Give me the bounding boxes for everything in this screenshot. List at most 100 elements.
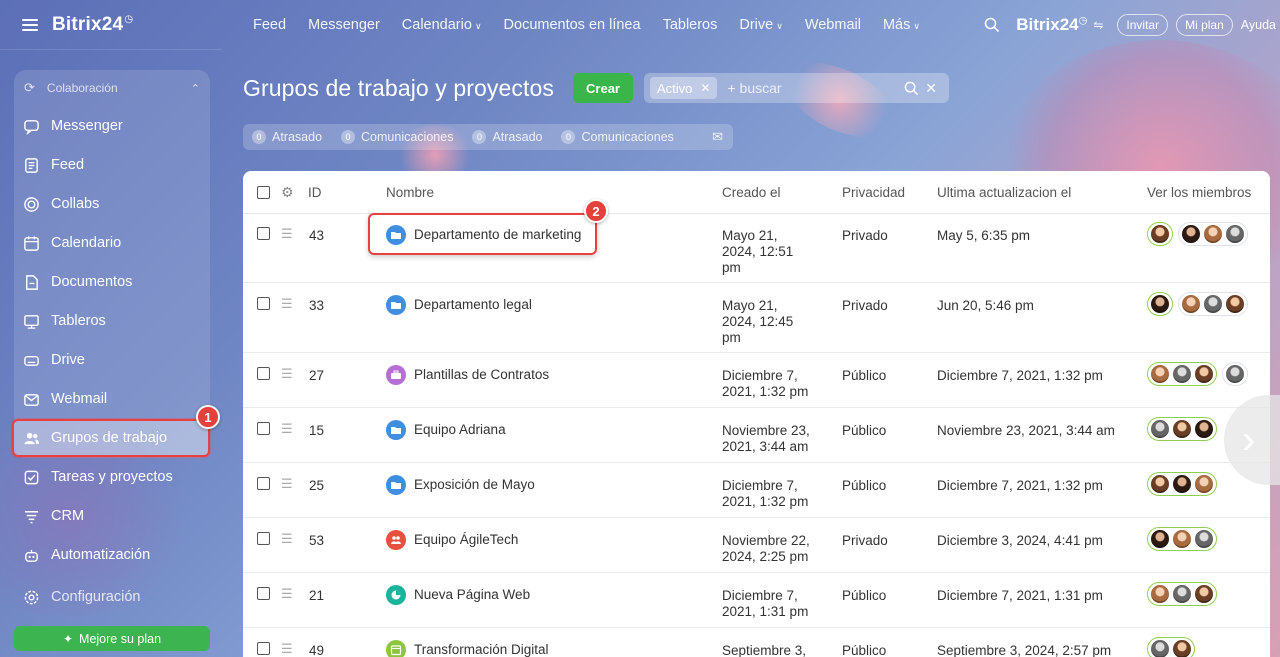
created-line: Noviembre 23, <box>722 423 810 438</box>
header-privacy[interactable]: Privacidad <box>842 171 905 213</box>
create-button[interactable]: Crear <box>573 73 633 103</box>
select-all-checkbox[interactable] <box>257 185 270 199</box>
sidebar-item-docs[interactable]: Documentos <box>14 263 210 301</box>
group-name-link[interactable]: Equipo ÁgileTech <box>386 530 518 550</box>
top-nav-item[interactable]: Feed <box>253 17 286 33</box>
sidebar-section-header[interactable]: ⟳ Colaboración ⌃ <box>14 70 210 106</box>
drag-icon[interactable]: ☰ <box>281 641 293 656</box>
upgrade-plan-button[interactable]: ✦ Mejore su plan <box>14 626 210 651</box>
table-row[interactable]: ☰ 21 Nueva Página Web Diciembre 7, 2021, 1:3… <box>243 573 1270 628</box>
table-settings: ⚙ <box>281 171 294 213</box>
row-checkbox[interactable] <box>257 227 270 240</box>
counter-item[interactable]: 0 Comunicaciones <box>561 130 674 144</box>
sidebar-item-webmail[interactable]: Webmail <box>14 380 210 418</box>
top-nav-item[interactable]: Más ∨ <box>883 17 920 33</box>
group-name-link[interactable]: Departamento legal <box>386 295 532 315</box>
drag-icon[interactable]: ☰ <box>281 531 293 546</box>
top-nav-item[interactable]: Webmail <box>805 17 861 33</box>
drag-icon[interactable]: ☰ <box>281 366 293 381</box>
filter-tag[interactable]: Activo ✕ <box>650 77 718 99</box>
top-nav-item[interactable]: Messenger <box>308 17 380 33</box>
counter-item[interactable]: 0 Comunicaciones <box>341 130 453 144</box>
members-group-secondary[interactable] <box>1222 362 1248 386</box>
menu-icon[interactable] <box>22 18 38 31</box>
top-nav-item[interactable]: Documentos en línea <box>504 17 641 33</box>
step-badge-1: 1 <box>196 405 220 429</box>
header-created[interactable]: Creado el <box>722 171 781 213</box>
sidebar-item-groups[interactable]: Grupos de trabajo <box>12 419 210 457</box>
group-name-link[interactable]: Plantillas de Contratos <box>386 365 549 385</box>
members-group-primary[interactable] <box>1147 417 1217 441</box>
team-icon <box>386 530 406 550</box>
header-members[interactable]: Ver los miembros <box>1147 171 1251 213</box>
comments-icon[interactable]: ✉ <box>712 129 723 145</box>
sidebar-item-automation[interactable]: Automatización <box>14 536 210 574</box>
members-group-secondary[interactable] <box>1178 222 1248 246</box>
drag-icon[interactable]: ☰ <box>281 586 293 601</box>
group-name-link[interactable]: Departamento de marketing <box>386 225 581 245</box>
members-group-primary[interactable] <box>1147 292 1173 316</box>
row-checkbox[interactable] <box>257 532 270 545</box>
counter-item[interactable]: 0 Atrasado <box>472 130 542 144</box>
row-checkbox[interactable] <box>257 642 270 655</box>
table-row[interactable]: ☰ 49 Transformación Digital Septiembre 3, Pú… <box>243 628 1270 657</box>
row-checkbox[interactable] <box>257 587 270 600</box>
gear-icon[interactable]: ⚙ <box>281 184 294 201</box>
sidebar-item-boards[interactable]: Tableros <box>14 302 210 340</box>
drag-icon[interactable]: ☰ <box>281 476 293 491</box>
members-group-primary[interactable] <box>1147 222 1173 246</box>
table-row[interactable]: ☰ 25 Exposición de Mayo Diciembre 7, 2021, 1… <box>243 463 1270 518</box>
my-plan-button[interactable]: Mi plan <box>1176 14 1233 36</box>
header-name[interactable]: Nombre <box>386 171 434 213</box>
filter-search-box[interactable]: Activo ✕ ✕ <box>644 73 949 103</box>
sidebar-item-feed[interactable]: Feed <box>14 146 210 184</box>
clear-icon[interactable]: ✕ <box>925 80 937 97</box>
sidebar-item-collabs[interactable]: Collabs <box>14 185 210 223</box>
drag-icon[interactable]: ☰ <box>281 296 293 311</box>
top-logo[interactable]: Bitrix24◷ <box>1016 15 1087 35</box>
logo[interactable]: Bitrix24◷ <box>52 14 133 36</box>
header-updated[interactable]: Ultima actualizacion el <box>937 171 1071 213</box>
table-row[interactable]: ☰ 15 Equipo Adriana Noviembre 23, 2021, 3:44… <box>243 408 1270 463</box>
members-group-primary[interactable] <box>1147 472 1217 496</box>
chevron-up-icon[interactable]: ⌃ <box>191 82 200 95</box>
help-link[interactable]: Ayuda <box>1241 18 1276 32</box>
sidebar-item-messenger[interactable]: Messenger <box>14 107 210 145</box>
top-nav-item[interactable]: Tableros <box>663 17 718 33</box>
invite-button[interactable]: Invitar <box>1117 14 1169 36</box>
search-icon[interactable] <box>984 17 1000 33</box>
sidebar-item-tasks[interactable]: Tareas y proyectos <box>14 458 210 496</box>
members-group-secondary[interactable] <box>1178 292 1248 316</box>
table-row[interactable]: ☰ 33 Departamento legal Mayo 21, 2024, 12:45… <box>243 283 1270 353</box>
group-name-link[interactable]: Exposición de Mayo <box>386 475 535 495</box>
row-checkbox[interactable] <box>257 297 270 310</box>
sidebar-item-settings[interactable]: Configuración <box>14 578 210 616</box>
counter-item[interactable]: 0 Atrasado <box>252 130 322 144</box>
members-group-primary[interactable] <box>1147 527 1217 551</box>
row-checkbox[interactable] <box>257 422 270 435</box>
sidebar-item-calendar[interactable]: Calendario <box>14 224 210 262</box>
sidebar-item-drive[interactable]: Drive <box>14 341 210 379</box>
sidebar-item-crm[interactable]: CRM <box>14 497 210 535</box>
header-id[interactable]: ID <box>308 171 322 213</box>
members-group-primary[interactable] <box>1147 582 1217 606</box>
top-nav-item[interactable]: Drive ∨ <box>739 17 782 33</box>
group-name-link[interactable]: Transformación Digital <box>386 640 549 657</box>
table-row[interactable]: ☰ 53 Equipo ÁgileTech Noviembre 22, 2024, 2:… <box>243 518 1270 573</box>
drag-icon[interactable]: ☰ <box>281 226 293 241</box>
search-input[interactable] <box>727 80 888 96</box>
remove-filter-icon[interactable]: ✕ <box>700 81 710 95</box>
row-checkbox[interactable] <box>257 367 270 380</box>
top-nav-item[interactable]: Calendario ∨ <box>402 17 482 33</box>
table-row[interactable]: ☰ 27 Plantillas de Contratos Diciembre 7, 20… <box>243 353 1270 408</box>
created-line: 2024, 12:45 <box>722 314 794 329</box>
search-icon[interactable] <box>904 81 919 96</box>
members-group-primary[interactable] <box>1147 637 1195 657</box>
members-group-primary[interactable] <box>1147 362 1217 386</box>
group-name-link[interactable]: Nueva Página Web <box>386 585 530 605</box>
group-name-link[interactable]: Equipo Adriana <box>386 420 506 440</box>
table-row[interactable]: ☰ 43 Departamento de marketing Mayo 21, 2024… <box>243 213 1270 283</box>
drag-icon[interactable]: ☰ <box>281 421 293 436</box>
row-checkbox[interactable] <box>257 477 270 490</box>
swap-icon[interactable]: ⇋ <box>1093 18 1103 32</box>
